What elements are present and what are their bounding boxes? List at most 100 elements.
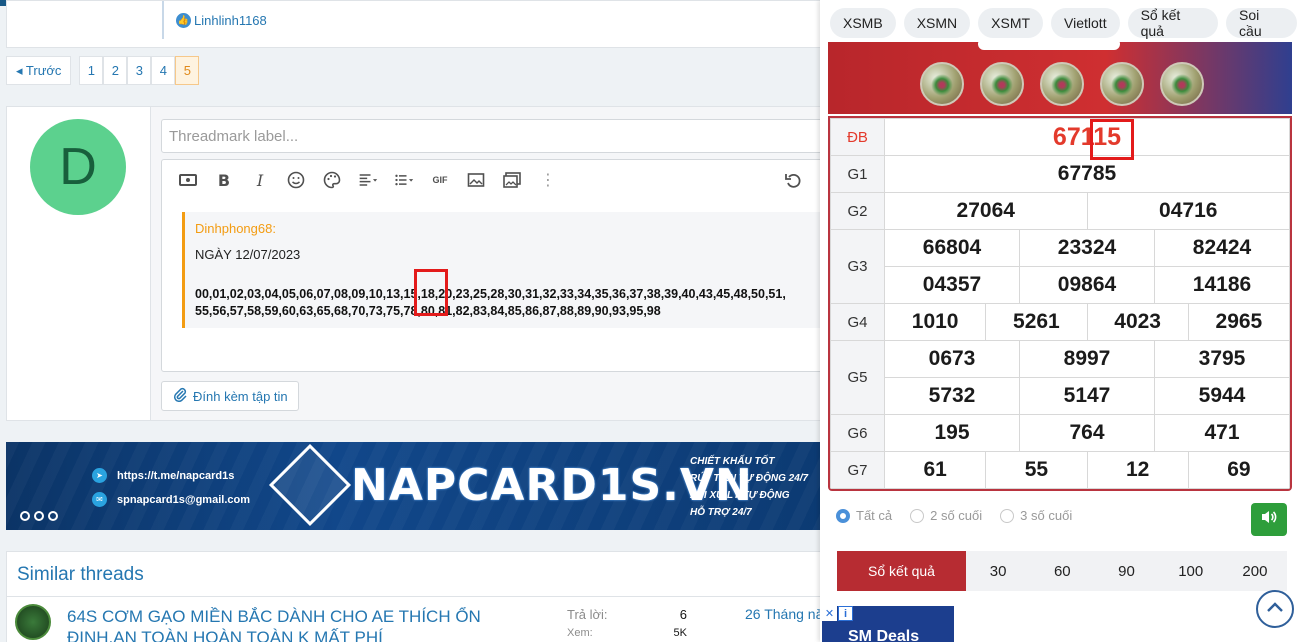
ad-close-icon[interactable]: ✕ [822, 606, 837, 621]
count-option-30[interactable]: 30 [966, 551, 1030, 591]
speaker-button[interactable] [1251, 503, 1287, 536]
ad-info-icon[interactable]: i [838, 606, 853, 621]
banner-brand-name: NAPCARD1S.VN [351, 459, 753, 511]
count-option-90[interactable]: 90 [1094, 551, 1158, 591]
quote-author[interactable]: Dinhphong68: [195, 212, 276, 244]
views-count: 5K [673, 627, 687, 639]
smiley-icon[interactable] [284, 168, 308, 192]
banner-telegram: ➤ https://t.me/napcard1s [92, 468, 234, 483]
prize-label: G6 [830, 414, 885, 452]
post-like-summary[interactable]: 👍 Linhlinh1168 [162, 1, 267, 39]
tab-xsmb[interactable]: XSMB [830, 8, 896, 38]
tab-xsmt[interactable]: XSMT [978, 8, 1044, 38]
table-row-g6: G6 195 764 471 [830, 414, 1290, 452]
gif-icon[interactable]: GIF [428, 168, 452, 192]
prize-value: 5147 [1019, 377, 1155, 415]
pagination-page-1[interactable]: 1 [79, 56, 104, 85]
prize-value: 67785 [884, 155, 1290, 193]
prize-label: G3 [830, 229, 885, 304]
replies-count: 6 [679, 607, 687, 622]
pagination-page-4[interactable]: 4 [151, 56, 176, 85]
prize-value: 14186 [1154, 266, 1290, 304]
sm-deals-ad[interactable]: ✕ i SM Deals [822, 606, 954, 642]
replies-label: Trả lời: [567, 607, 608, 622]
napcard-ad-banner[interactable]: ➤ https://t.me/napcard1s ✉ spnapcard1s@g… [6, 442, 836, 530]
prize-value: 8997 [1019, 340, 1155, 378]
media-icon[interactable] [500, 168, 524, 192]
quick-reply-box: D Threadmark label... B I GIF ⋮ Dinhphon… [6, 106, 842, 421]
lottery-cage-icon [980, 62, 1024, 106]
tab-vietlott[interactable]: Vietlott [1051, 8, 1120, 38]
count-option-200[interactable]: 200 [1223, 551, 1287, 591]
carousel-dot[interactable] [48, 511, 58, 521]
prize-label: G4 [830, 303, 885, 341]
pagination-page-3[interactable]: 3 [127, 56, 152, 85]
bold-icon[interactable]: B [212, 168, 236, 192]
align-dropdown-icon[interactable] [356, 168, 380, 192]
italic-icon[interactable]: I [248, 168, 272, 192]
lottery-results-panel: XSMB XSMN XSMT Vietlott Sổ kết quả Soi c… [820, 0, 1297, 642]
brand-mark-icon [268, 443, 352, 527]
paperclip-icon [172, 387, 188, 406]
prize-value: 04716 [1086, 192, 1290, 230]
special-prize-value: 67115 [884, 118, 1290, 160]
lottery-cages [920, 62, 1204, 106]
table-row-db: ĐB 67115 [830, 118, 1290, 160]
prize-value: 3795 [1154, 340, 1290, 378]
prize-label: G1 [830, 155, 885, 193]
undo-icon[interactable] [782, 168, 806, 192]
result-count-selector: Sổ kết quả 30 60 90 100 200 [837, 551, 1287, 591]
liker-name[interactable]: Linhlinh1168 [194, 13, 267, 28]
color-palette-icon[interactable] [320, 168, 344, 192]
similar-threads: Similar threads 64S CƠM GẠO MIỀN BẮC DÀN… [6, 551, 836, 642]
highlight-box-special [1090, 119, 1134, 160]
speaker-icon [1260, 509, 1278, 530]
list-dropdown-icon[interactable] [392, 168, 416, 192]
banner-telegram-link: https://t.me/napcard1s [117, 469, 235, 482]
image-icon[interactable] [464, 168, 488, 192]
quoted-post: Dinhphong68: NGÀY 12/07/2023 00,01,02,03… [182, 212, 842, 328]
prize-value: 1010 [883, 303, 987, 341]
prize-label: G5 [830, 340, 885, 415]
similar-threads-heading: Similar threads [17, 564, 144, 585]
count-option-60[interactable]: 60 [1030, 551, 1094, 591]
highlight-box-quote [414, 269, 448, 316]
avatar[interactable]: D [30, 119, 126, 215]
tab-soi-cau[interactable]: Soi cầu [1226, 7, 1297, 39]
filter-last-2-radio[interactable]: 2 số cuối [910, 508, 982, 523]
filter-last-3-radio[interactable]: 3 số cuối [1000, 508, 1072, 523]
banner-brand-logo: NAPCARD1S.VN [268, 443, 753, 527]
divider [7, 596, 835, 597]
editor-toolbar: B I GIF ⋮ [162, 160, 840, 200]
carousel-dot[interactable] [34, 511, 44, 521]
carousel-dot[interactable] [20, 511, 30, 521]
prize-label: G2 [830, 192, 885, 230]
tab-xsmn[interactable]: XSMN [903, 8, 971, 38]
tab-so-ket-qua[interactable]: Sổ kết quả [1127, 7, 1219, 39]
similar-thread-title[interactable]: 64S CƠM GẠO MIỀN BẮC DÀNH CHO AE THÍCH Ổ… [67, 606, 547, 642]
thread-thumbnail[interactable] [15, 604, 51, 640]
table-row-g1: G1 67785 [830, 155, 1290, 193]
pagination-prev-button[interactable]: ◂ Trước [6, 56, 72, 85]
table-row-g3: G3 66804 23324 82424 [830, 229, 1290, 304]
lottery-cage-icon [920, 62, 964, 106]
reply-avatar-column: D [7, 107, 151, 420]
rich-text-editor[interactable]: B I GIF ⋮ Dinhphong68: NGÀY 12/07/2023 0… [161, 159, 842, 372]
toggle-bbcode-icon[interactable] [176, 168, 200, 192]
prize-value: 82424 [1154, 229, 1290, 267]
threadmark-label-input[interactable]: Threadmark label... [161, 119, 841, 153]
table-row-g7: G7 61 55 12 69 [830, 451, 1290, 489]
attach-files-button[interactable]: Đính kèm tập tin [161, 381, 299, 411]
radio-checked-icon [836, 508, 850, 523]
filter-all-radio[interactable]: Tất cả [836, 508, 892, 523]
banner-feature-2: RÚT TIỀN TỰ ĐỘNG 24/7 [690, 473, 809, 484]
count-option-100[interactable]: 100 [1159, 551, 1223, 591]
prize-value: 764 [1019, 414, 1155, 452]
table-row-g2: G2 27064 04716 [830, 192, 1290, 230]
scroll-to-top-button[interactable] [1256, 590, 1294, 628]
pagination-page-2[interactable]: 2 [103, 56, 128, 85]
more-options-icon[interactable]: ⋮ [536, 168, 560, 192]
banner-email: ✉ spnapcard1s@gmail.com [92, 492, 250, 507]
pagination-page-5-current[interactable]: 5 [175, 56, 200, 85]
so-ket-qua-button[interactable]: Sổ kết quả [837, 551, 966, 591]
